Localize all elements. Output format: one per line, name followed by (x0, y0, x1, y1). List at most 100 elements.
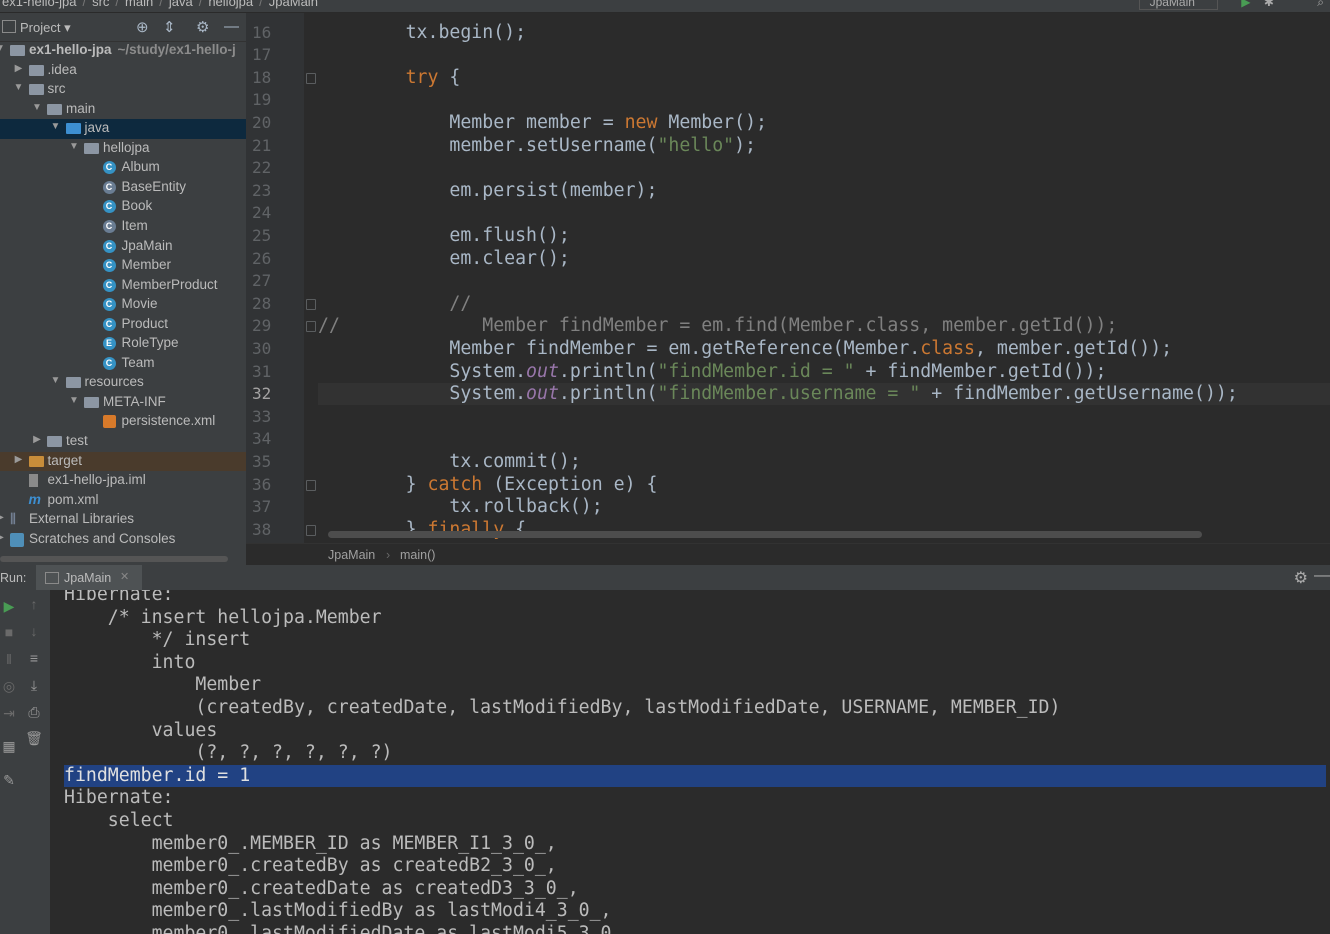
tree-item[interactable]: C MemberProduct (0, 276, 246, 296)
tree-item-label: ex1-hello-jpa ~/study/ex1-hello-j (29, 42, 236, 57)
code-line: Member member = new Member(); (318, 112, 1330, 134)
search-icon[interactable]: ⌕ (1317, 0, 1324, 9)
tree-item[interactable]: E RoleType (0, 334, 246, 354)
tree-item[interactable]: C Book (0, 197, 246, 217)
fold-toggle-icon[interactable] (306, 298, 316, 310)
collapsed-arrow-icon[interactable]: ▶ (13, 63, 25, 74)
project-panel-title[interactable]: Project ▾ (20, 20, 71, 36)
debug-icon[interactable]: ✱ (1264, 0, 1274, 9)
code-token: out (526, 383, 559, 405)
tree-item[interactable]: C Movie (0, 295, 246, 315)
folder-icon (47, 436, 62, 447)
tree-item[interactable]: ▼ ex1-hello-jpa ~/study/ex1-hello-j (0, 41, 246, 61)
collapsed-arrow-icon[interactable]: ▶ (31, 434, 43, 445)
scroll-down-icon[interactable]: ↓ (25, 623, 43, 639)
tree-item[interactable]: ▼ main (0, 100, 246, 120)
tree-item[interactable]: C BaseEntity (0, 178, 246, 198)
dump-threads-icon[interactable]: ◎ (0, 678, 18, 695)
stop-icon[interactable]: ■ (0, 624, 18, 640)
tree-item[interactable]: ▼ META-INF (0, 393, 246, 413)
tree-item[interactable]: ex1-hello-jpa.iml (0, 471, 246, 491)
code-editor[interactable]: tx.begin(); try { Member member = new Me… (318, 13, 1330, 543)
run-config-selector[interactable]: JpaMain (1138, 0, 1218, 10)
fold-toggle-icon[interactable] (306, 479, 316, 491)
nav-crumb[interactable]: ex1-hello-jpa (2, 0, 76, 9)
layout-icon[interactable]: ▦ (0, 738, 18, 755)
tree-item[interactable]: ▼ resources (0, 373, 246, 393)
hide-run-panel-icon[interactable]: — (1314, 567, 1330, 585)
fold-toggle-icon[interactable] (306, 524, 316, 536)
tree-item[interactable]: C Item (0, 217, 246, 237)
code-token: em.clear(); (318, 247, 570, 269)
fold-toggle-icon[interactable] (306, 72, 316, 84)
tree-item[interactable]: ▼ hellojpa (0, 139, 246, 159)
expanded-arrow-icon[interactable]: ▼ (68, 395, 80, 406)
exit-icon[interactable]: ⇥ (0, 705, 18, 722)
close-tab-icon[interactable]: ✕ (120, 570, 129, 583)
expanded-arrow-icon[interactable]: ▼ (50, 375, 62, 386)
nav-crumb[interactable]: JpaMain (269, 0, 318, 9)
tree-item[interactable]: ▶ .idea (0, 61, 246, 81)
collapsed-arrow-icon[interactable]: ▶ (0, 532, 6, 543)
tree-item[interactable]: ▶ target (0, 451, 246, 472)
tree-item-label: Book (122, 198, 153, 213)
expanded-arrow-icon[interactable]: ▼ (50, 121, 62, 132)
tree-item[interactable]: C JpaMain (0, 237, 246, 257)
hide-panel-icon[interactable]: — (224, 18, 239, 35)
tree-item[interactable]: C Product (0, 315, 246, 335)
nav-crumb[interactable]: java (169, 0, 193, 9)
nav-crumb[interactable]: main (125, 0, 153, 9)
tree-item-label: Album (122, 159, 160, 174)
module-folder-icon (10, 45, 25, 56)
tree-item[interactable]: ▶ test (0, 432, 246, 452)
scroll-to-end-icon[interactable]: ⤓ (25, 677, 43, 694)
tree-item[interactable]: ▶ Scratches and Consoles (0, 530, 246, 550)
collapsed-arrow-icon[interactable]: ▶ (0, 512, 6, 523)
collapse-all-icon[interactable]: ⇕ (163, 18, 176, 36)
editor-horizontal-scrollbar[interactable] (328, 531, 1202, 538)
tree-item[interactable]: ▶ ⫼ External Libraries (0, 510, 246, 530)
expanded-arrow-icon[interactable]: ▼ (0, 43, 6, 54)
soft-wrap-icon[interactable]: ≡ (25, 650, 43, 666)
expanded-arrow-icon[interactable]: ▼ (13, 82, 25, 93)
run-console[interactable]: Hibernate: /* insert hellojpa.Member */ … (50, 590, 1330, 934)
nav-separator: / (198, 0, 203, 9)
tree-item[interactable]: m pom.xml (0, 491, 246, 511)
expanded-arrow-icon[interactable]: ▼ (31, 102, 43, 113)
run-settings-gear-icon[interactable]: ⚙ (1294, 568, 1308, 588)
fold-toggle-icon[interactable] (306, 321, 316, 333)
folder-icon (28, 84, 44, 96)
class-icon: C (102, 278, 116, 292)
line-number: 36 (252, 474, 272, 494)
tree-item[interactable]: persistence.xml (0, 412, 246, 432)
breadcrumb-method[interactable]: main() (400, 548, 435, 562)
rerun-icon[interactable]: ▶ (0, 598, 18, 615)
code-token: // (318, 292, 472, 314)
nav-crumb[interactable]: src (92, 0, 109, 9)
run-tab-jpamain[interactable]: JpaMain ✕ (36, 565, 142, 590)
scroll-from-source-icon[interactable]: ⊕ (136, 18, 149, 36)
console-line: member0_.MEMBER_ID as MEMBER_I1_3_0_, (64, 832, 557, 854)
project-horizontal-scrollbar[interactable] (0, 556, 228, 562)
pause-icon[interactable]: ‖ (0, 651, 18, 667)
clear-all-icon[interactable]: 🗑 (25, 730, 43, 747)
pin-tab-icon[interactable]: ✎ (0, 772, 18, 789)
code-token: try (318, 66, 439, 88)
tree-item[interactable]: C Album (0, 158, 246, 178)
console-line: (createdBy, createdDate, lastModifiedBy,… (64, 697, 1061, 718)
code-token: tx.commit(); (318, 450, 581, 472)
collapsed-arrow-icon[interactable]: ▶ (13, 454, 25, 465)
scroll-up-icon[interactable]: ↑ (25, 596, 43, 612)
tree-item[interactable]: C Team (0, 354, 246, 374)
tree-item[interactable]: ▼ java (0, 119, 246, 139)
settings-gear-icon[interactable]: ⚙ (196, 18, 209, 36)
expanded-arrow-icon[interactable]: ▼ (68, 141, 80, 152)
tree-item[interactable]: ▼ src (0, 80, 246, 100)
print-icon[interactable]: ⎙ (25, 704, 43, 721)
breadcrumb-separator: › (386, 548, 391, 562)
run-icon[interactable]: ▶ (1241, 0, 1250, 9)
tree-item[interactable]: C Member (0, 256, 246, 276)
breadcrumb-class[interactable]: JpaMain (328, 548, 375, 562)
nav-crumb[interactable]: hellojpa (208, 0, 253, 9)
xml-file-icon (102, 415, 116, 429)
